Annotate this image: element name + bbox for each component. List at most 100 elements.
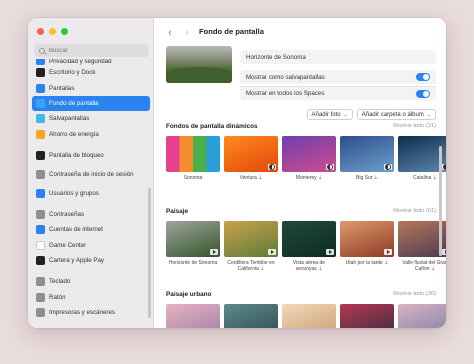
hand-icon — [36, 59, 45, 65]
sidebar-item-label: Usuarios y grupos — [49, 189, 99, 197]
sidebar-item-label: Salvapantallas — [49, 115, 90, 123]
show-all-button[interactable]: Mostrar todo (30) — [393, 291, 436, 297]
game-center-icon — [36, 240, 45, 250]
minimize-button[interactable] — [49, 28, 56, 35]
sidebar-item[interactable]: Salvapantallas — [32, 111, 150, 126]
wallpaper-caption: Horizonte de Sonoma — [168, 260, 218, 266]
sidebar-item[interactable]: Escritorio y Dock — [32, 65, 150, 80]
sidebar-item-label: Pantallas — [49, 84, 75, 92]
main-scrollbar[interactable] — [439, 146, 442, 256]
wallpaper-tile[interactable] — [224, 304, 278, 328]
dock-icon — [36, 68, 45, 78]
toolbar: ‹ › Fondo de pantalla — [155, 18, 446, 46]
sidebar-item[interactable]: Usuarios y grupos — [32, 185, 150, 200]
wallpaper-tile[interactable]: Utah por la tarde ⇣ — [340, 221, 394, 272]
wallpaper-thumbnail[interactable] — [282, 304, 336, 328]
current-wallpaper-thumbnail[interactable] — [166, 46, 232, 83]
add-folder-button[interactable]: Añadir carpeta o álbum ⌄ — [356, 109, 436, 120]
wallpaper-caption: Vista aérea de secuoyas ⇣ — [292, 260, 326, 272]
wallpaper-section: Paisaje urbano Mostrar todo (30) — [166, 288, 446, 328]
wallpaper-tile[interactable]: Monterey ⇣ — [282, 136, 336, 181]
wallpaper-tile[interactable] — [166, 304, 220, 328]
close-button[interactable] — [37, 28, 44, 35]
show-all-button[interactable]: Mostrar todo (31) — [393, 123, 436, 129]
wallpaper-thumbnail[interactable] — [398, 304, 446, 328]
sidebar-item-label: Cuentas de internet — [49, 226, 104, 234]
wallpaper-caption: Sonoma — [183, 175, 203, 181]
wallpaper-tile[interactable]: Cordillera Tembler en California ⇣ — [224, 221, 278, 272]
video-icon — [326, 249, 334, 255]
wallpaper-tile[interactable]: Big Sur ⇣ — [340, 136, 394, 181]
search-icon — [39, 47, 45, 54]
add-photo-button[interactable]: Añadir foto ⌄ — [306, 109, 353, 120]
sidebar-item[interactable]: Pantalla de bloqueo — [32, 148, 150, 163]
add-buttons: Añadir foto ⌄ Añadir carpeta o álbum ⌄ — [306, 109, 436, 120]
wallpaper-thumbnail[interactable] — [282, 136, 336, 172]
screensaver-toggle[interactable] — [416, 73, 430, 81]
wallpaper-icon — [36, 98, 45, 108]
wallpaper-thumbnail[interactable] — [166, 304, 220, 328]
sidebar-item[interactable]: Game Center — [32, 238, 150, 253]
sidebar-item[interactable]: Pantallas — [32, 80, 150, 95]
wallpaper-thumbnail[interactable] — [282, 221, 336, 257]
wallpaper-tile[interactable] — [282, 304, 336, 328]
sidebar-item-label: Privacidad y seguridad — [49, 59, 112, 65]
search-field[interactable] — [34, 44, 149, 57]
wallpaper-caption: Valle fluvial del Gran Cañón ⇣ — [402, 260, 446, 272]
section-title: Paisaje — [166, 207, 189, 215]
wallpaper-tile[interactable] — [398, 304, 446, 328]
wallpaper-thumbnail[interactable] — [224, 136, 278, 172]
wallpaper-tile[interactable] — [340, 304, 394, 328]
wallpaper-tile[interactable]: Horizonte de Sonoma — [166, 221, 220, 272]
sidebar-item[interactable]: Contraseñas — [32, 207, 150, 222]
sidebar-item[interactable]: Contraseña de inicio de sesión — [32, 163, 150, 185]
show-all-button[interactable]: Mostrar todo (61) — [393, 208, 436, 214]
sidebar-item[interactable]: Cuentas de internet — [32, 222, 150, 237]
forward-button[interactable]: › — [180, 25, 194, 39]
wallpaper-thumbnail[interactable] — [224, 304, 278, 328]
back-button[interactable]: ‹ — [163, 25, 177, 39]
wallet-icon — [36, 256, 45, 266]
sidebar-item[interactable]: Ahorro de energía — [32, 127, 150, 142]
wallpaper-tile[interactable]: Sonoma — [166, 136, 220, 181]
wallpaper-grid — [166, 304, 446, 328]
all-spaces-toggle[interactable] — [416, 89, 430, 98]
lock-screen-icon — [36, 151, 45, 161]
sidebar-separator — [32, 201, 150, 207]
sidebar-item-label: Fondo de pantalla — [49, 99, 99, 107]
sidebar-item[interactable]: Teclado — [32, 274, 150, 289]
wallpaper-thumbnail[interactable] — [166, 221, 220, 257]
wallpaper-thumbnail[interactable] — [224, 221, 278, 257]
all-spaces-row: Mostrar en todos los Spaces — [240, 86, 436, 100]
wallpaper-thumbnail[interactable] — [340, 136, 394, 172]
wallpaper-thumbnail[interactable] — [340, 221, 394, 257]
wallpaper-tile[interactable]: Ventura ⇣ — [224, 136, 278, 181]
wallpaper-thumbnail[interactable] — [166, 136, 220, 172]
wallpaper-tile[interactable]: Vista aérea de secuoyas ⇣ — [282, 221, 336, 272]
sidebar-item-label: Cartera y Apple Pay — [49, 257, 105, 265]
settings-window: Privacidad y seguridad Escritorio y Dock P… — [28, 18, 446, 328]
chevron-down-icon: ⌄ — [426, 111, 431, 118]
wallpaper-section: Paisaje Mostrar todo (61) Horizonte de Son… — [166, 205, 446, 272]
sidebar-item-label: Ahorro de energía — [49, 130, 99, 138]
dynamic-icon — [268, 164, 276, 170]
sidebar-item[interactable]: Cartera y Apple Pay — [32, 253, 150, 268]
page-title: Fondo de pantalla — [199, 27, 264, 36]
search-input[interactable] — [49, 47, 139, 54]
sidebar-item-label: Impresoras y escáneres — [49, 309, 116, 317]
wallpaper-thumbnail[interactable] — [340, 304, 394, 328]
wallpaper-grid: Horizonte de Sonoma Cordillera Tembler en… — [166, 221, 446, 272]
dynamic-icon — [384, 164, 392, 170]
zoom-button[interactable] — [61, 28, 68, 35]
sidebar-item[interactable]: Ratón — [32, 290, 150, 305]
at-icon — [36, 225, 45, 235]
sidebar-item[interactable]: Impresoras y escáneres — [32, 305, 150, 320]
wallpaper-content: Horizonte de Sonoma Mostrar como salvapa… — [155, 46, 446, 328]
sidebar-scrollbar[interactable] — [148, 188, 151, 318]
main-pane: ‹ › Fondo de pantalla Horizonte de Sonom… — [155, 18, 446, 328]
sidebar-item[interactable]: Fondo de pantalla — [32, 95, 150, 112]
video-icon — [268, 249, 276, 255]
login-icon — [36, 169, 45, 179]
wallpaper-grid: Sonoma Ventura ⇣ Monterey ⇣ Big Sur ⇣ Catali… — [166, 136, 446, 181]
add-folder-label: Añadir carpeta o álbum — [361, 111, 424, 118]
